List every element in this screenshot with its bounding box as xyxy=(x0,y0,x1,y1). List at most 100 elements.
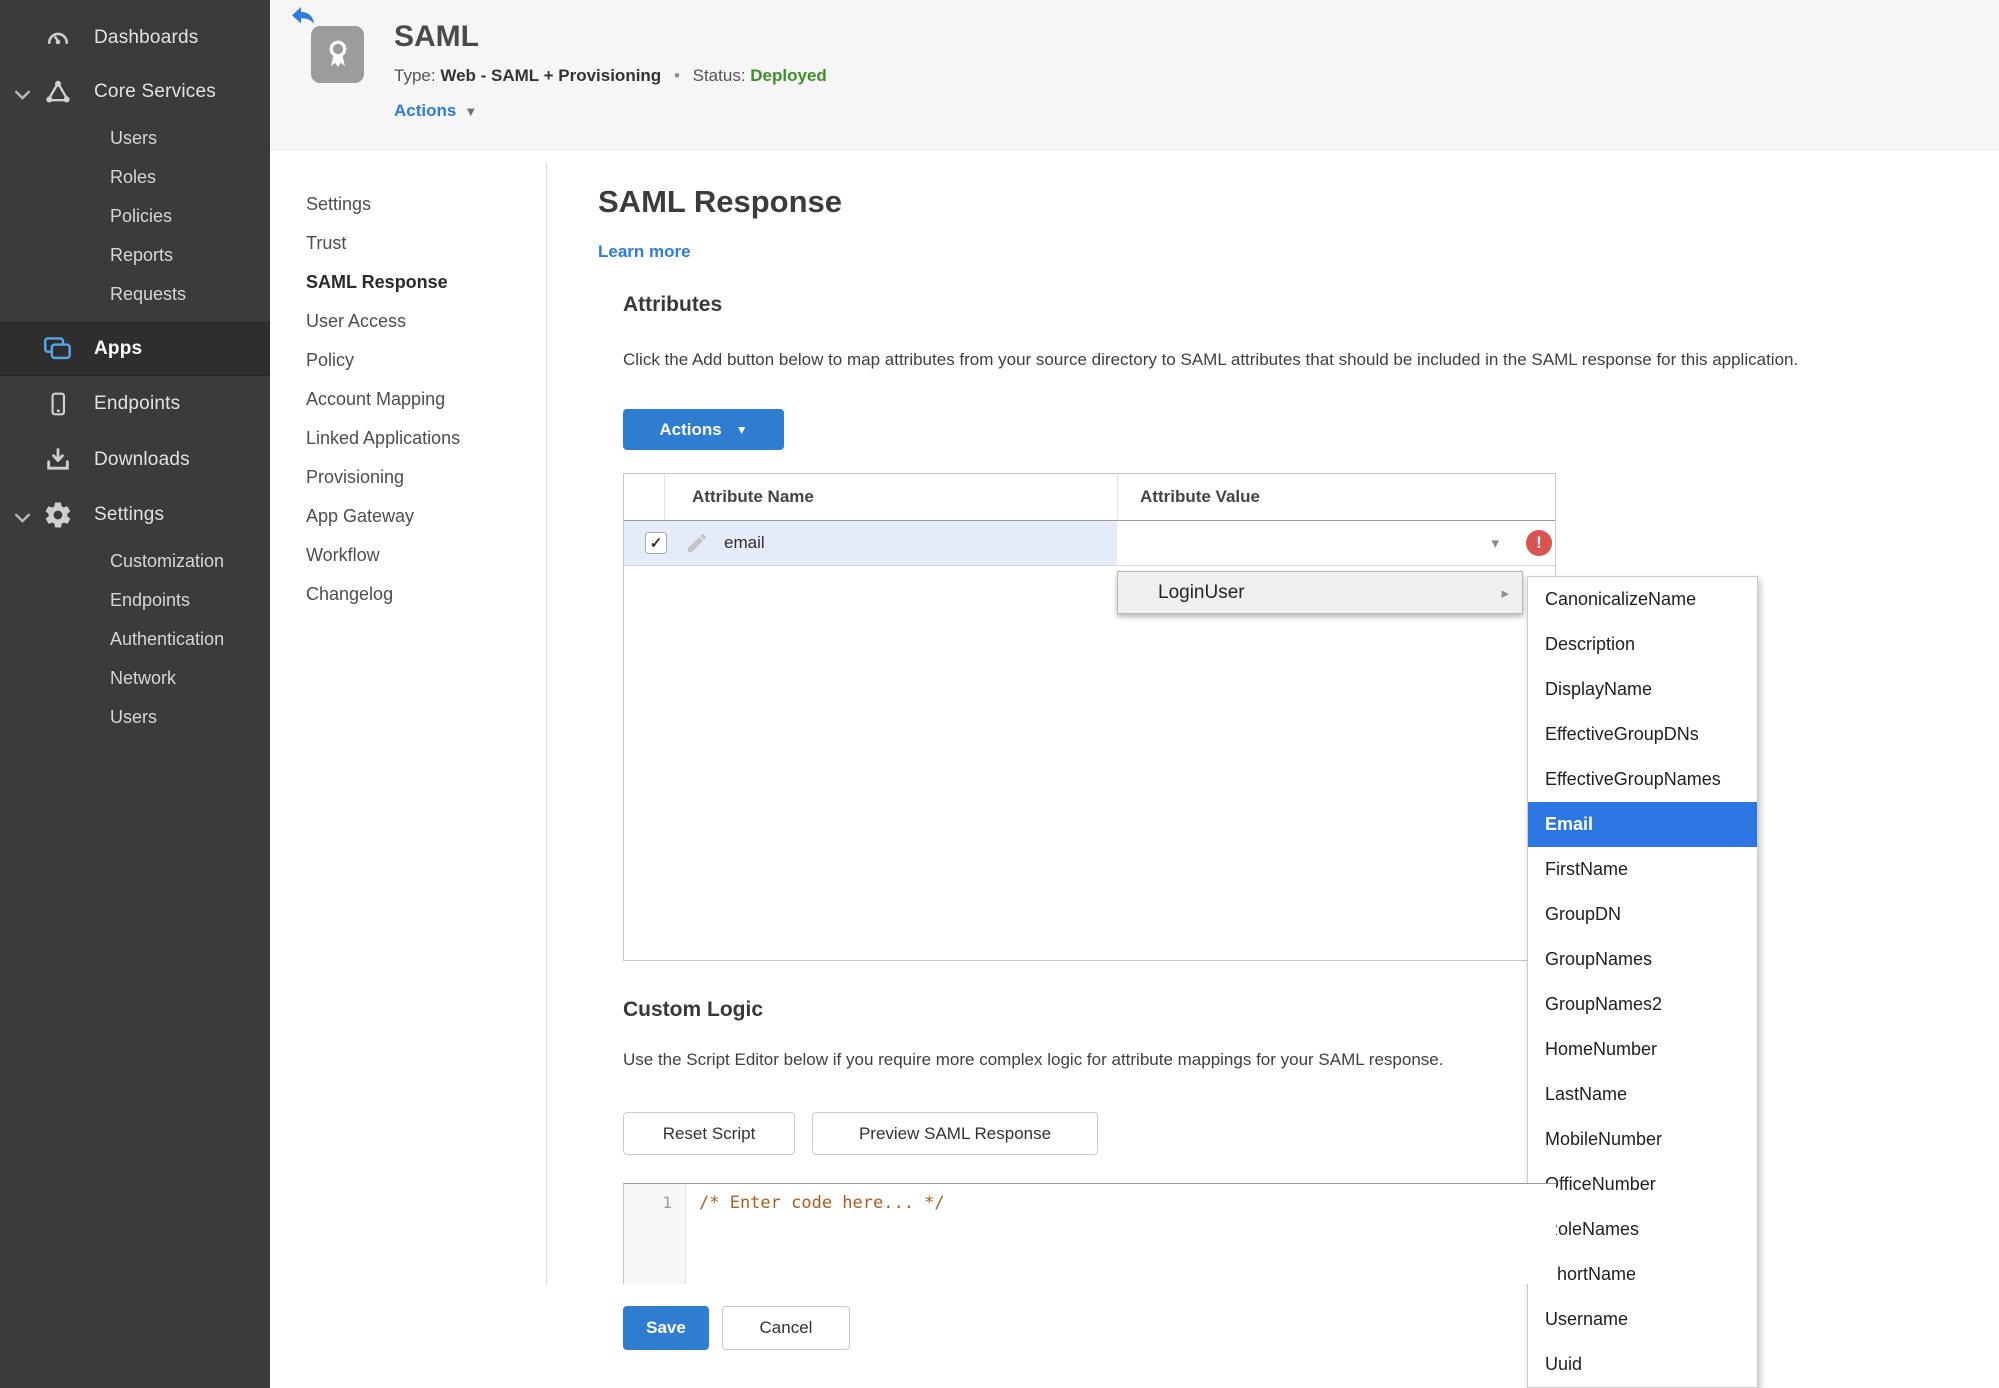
sidebar-item-endpoints[interactable]: Endpoints xyxy=(0,376,270,432)
menu-item-effectivegroupdns[interactable]: EffectiveGroupDNs xyxy=(1528,712,1757,757)
menu-item-rolenames[interactable]: RoleNames xyxy=(1528,1207,1757,1252)
primary-sidebar: Dashboards Core Services Users Roles Pol… xyxy=(0,0,270,1388)
value-menu-loginuser[interactable]: LoginUser ▸ xyxy=(1117,571,1523,614)
sidebar-item-customization[interactable]: Customization xyxy=(0,542,270,581)
menu-item-groupdn[interactable]: GroupDN xyxy=(1528,892,1757,937)
script-editor[interactable]: 1 /* Enter code here... */ xyxy=(623,1183,1556,1284)
menu-item-homenumber[interactable]: HomeNumber xyxy=(1528,1027,1757,1072)
cancel-button-label: Cancel xyxy=(759,1318,813,1337)
preview-saml-response-label: Preview SAML Response xyxy=(858,1123,1052,1143)
attribute-name-value: email xyxy=(724,533,765,552)
menu-item-displayname[interactable]: DisplayName xyxy=(1528,667,1757,712)
menu-item-officenumber[interactable]: OfficeNumber xyxy=(1528,1162,1757,1207)
sidebar-item-roles[interactable]: Roles xyxy=(0,158,270,197)
app-title: SAML xyxy=(394,20,479,53)
sidebar-item-settings-endpoints[interactable]: Endpoints xyxy=(0,581,270,620)
attributes-heading: Attributes xyxy=(623,293,723,316)
sidebar-item-authentication[interactable]: Authentication xyxy=(0,620,270,659)
tab-policy[interactable]: Policy xyxy=(306,341,526,380)
type-value: Web - SAML + Provisioning xyxy=(440,66,662,85)
learn-more-link[interactable]: Learn more xyxy=(598,242,691,262)
menu-item-description[interactable]: Description xyxy=(1528,622,1757,667)
chevron-down-icon[interactable] xyxy=(15,510,30,523)
tab-linked-applications[interactable]: Linked Applications xyxy=(306,419,526,458)
gear-icon xyxy=(42,499,74,531)
submenu-arrow-icon: ▸ xyxy=(1501,584,1509,602)
header-actions-menu[interactable]: Actions ▼ xyxy=(394,101,477,121)
back-arrow-icon[interactable] xyxy=(291,6,315,26)
core-services-icon xyxy=(42,76,74,108)
loginuser-submenu: CanonicalizeName Description DisplayName… xyxy=(1527,576,1758,1388)
save-button[interactable]: Save xyxy=(623,1306,709,1350)
tab-workflow[interactable]: Workflow xyxy=(306,536,526,575)
attributes-table: Attribute Name Attribute Value ✓ email ▾… xyxy=(623,473,1556,961)
chevron-down-icon[interactable] xyxy=(15,87,30,100)
tab-account-mapping[interactable]: Account Mapping xyxy=(306,380,526,419)
app-header: SAML Type: Web - SAML + Provisioning • S… xyxy=(270,0,1999,150)
tab-settings[interactable]: Settings xyxy=(306,185,526,224)
menu-item-lastname[interactable]: LastName xyxy=(1528,1072,1757,1117)
sidebar-item-users[interactable]: Users xyxy=(0,119,270,158)
loginuser-menu-label: LoginUser xyxy=(1158,581,1245,603)
row-checkbox[interactable]: ✓ xyxy=(645,532,667,554)
sidebar-item-label: Dashboards xyxy=(94,27,199,48)
menu-item-groupnames[interactable]: GroupNames xyxy=(1528,937,1757,982)
sidebar-item-label: Settings xyxy=(94,503,165,525)
app-root: Dashboards Core Services Users Roles Pol… xyxy=(0,0,1999,1388)
menu-item-canonicalizename[interactable]: CanonicalizeName xyxy=(1528,577,1757,622)
reset-script-button[interactable]: Reset Script xyxy=(623,1112,795,1155)
download-icon xyxy=(42,444,74,476)
menu-item-uuid[interactable]: Uuid xyxy=(1528,1342,1757,1387)
line-number: 1 xyxy=(662,1193,672,1212)
sidebar-item-label: Apps xyxy=(94,338,143,359)
sidebar-item-apps[interactable]: Apps xyxy=(0,322,270,376)
code-comment: /* Enter code here... */ xyxy=(699,1193,945,1213)
separator-bullet: • xyxy=(673,66,680,85)
sidebar-item-network[interactable]: Network xyxy=(0,659,270,698)
status-label: Status: xyxy=(692,66,746,85)
sidebar-item-label: Downloads xyxy=(94,448,190,470)
exclamation-glyph: ! xyxy=(1536,533,1542,552)
attributes-description: Click the Add button below to map attrib… xyxy=(623,350,1799,369)
page-title: SAML Response xyxy=(598,184,843,219)
edit-pencil-icon[interactable] xyxy=(685,531,709,555)
menu-item-shortname[interactable]: ShortName xyxy=(1528,1252,1757,1297)
tab-provisioning[interactable]: Provisioning xyxy=(306,458,526,497)
cancel-button[interactable]: Cancel xyxy=(722,1306,850,1350)
menu-item-effectivegroupnames[interactable]: EffectiveGroupNames xyxy=(1528,757,1757,802)
tab-trust[interactable]: Trust xyxy=(306,224,526,263)
menu-item-email[interactable]: Email xyxy=(1528,802,1757,847)
tab-saml-response[interactable]: SAML Response xyxy=(306,263,526,302)
select-column-header xyxy=(624,474,664,520)
editor-code-area[interactable]: /* Enter code here... */ xyxy=(686,1184,1556,1284)
tab-app-gateway[interactable]: App Gateway xyxy=(306,497,526,536)
attribute-value-dropdown[interactable]: ▾ ! xyxy=(1117,521,1555,565)
sidebar-item-downloads[interactable]: Downloads xyxy=(0,432,270,487)
sidebar-item-core-services[interactable]: Core Services xyxy=(0,65,270,119)
table-header-row: Attribute Name Attribute Value xyxy=(624,474,1555,521)
menu-item-firstname[interactable]: FirstName xyxy=(1528,847,1757,892)
attributes-actions-button[interactable]: Actions ▼ xyxy=(623,409,784,450)
custom-logic-heading: Custom Logic xyxy=(623,998,763,1021)
app-meta: Type: Web - SAML + Provisioning • Status… xyxy=(394,66,827,86)
sidebar-item-dashboards[interactable]: Dashboards xyxy=(0,11,270,65)
preview-saml-response-button[interactable]: Preview SAML Response xyxy=(812,1112,1098,1155)
sidebar-item-settings[interactable]: Settings xyxy=(0,487,270,542)
saml-app-badge-icon xyxy=(311,26,364,83)
sidebar-item-requests[interactable]: Requests xyxy=(0,275,270,314)
actions-button-label: Actions xyxy=(659,419,722,439)
menu-item-groupnames2[interactable]: GroupNames2 xyxy=(1528,982,1757,1027)
tab-user-access[interactable]: User Access xyxy=(306,302,526,341)
menu-item-mobilenumber[interactable]: MobileNumber xyxy=(1528,1117,1757,1162)
tab-changelog[interactable]: Changelog xyxy=(306,575,526,614)
caret-down-icon: ▼ xyxy=(735,422,748,437)
caret-down-icon: ▼ xyxy=(464,104,478,119)
sidebar-item-policies[interactable]: Policies xyxy=(0,197,270,236)
error-icon: ! xyxy=(1526,530,1552,556)
sidebar-item-label: Endpoints xyxy=(94,393,181,414)
sidebar-item-reports[interactable]: Reports xyxy=(0,236,270,275)
editor-line-number-gutter: 1 xyxy=(624,1184,686,1284)
dropdown-caret-icon[interactable]: ▾ xyxy=(1491,534,1499,552)
menu-item-username[interactable]: Username xyxy=(1528,1297,1757,1342)
sidebar-item-settings-users[interactable]: Users xyxy=(0,698,270,737)
